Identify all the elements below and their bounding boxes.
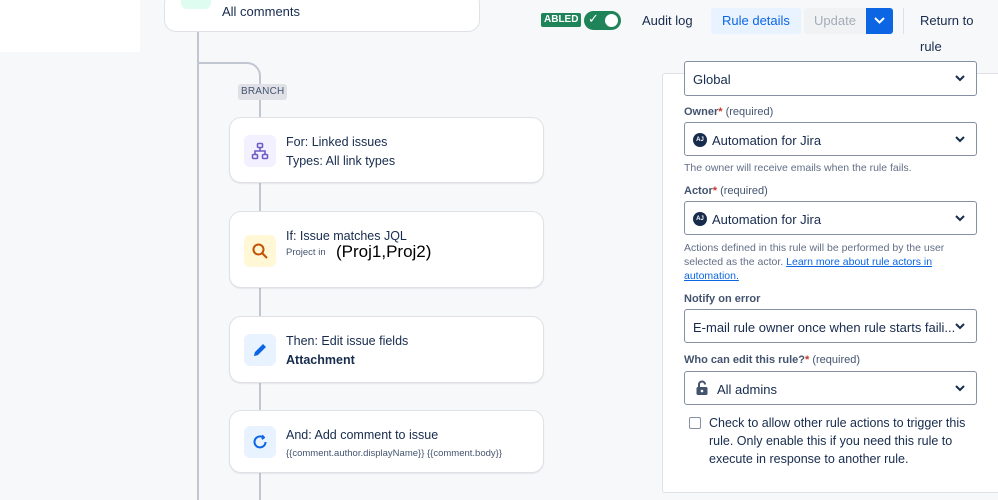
allow-trigger-checkbox[interactable] <box>689 417 701 429</box>
header-divider <box>903 8 904 34</box>
jql-value: (Proj1,Proj2) <box>336 242 432 261</box>
update-options-button[interactable] <box>866 8 893 34</box>
edit-permission-select[interactable]: All admins <box>684 371 977 405</box>
chevron-down-icon <box>955 136 965 143</box>
toggle-knob <box>605 14 618 27</box>
actor-select[interactable]: AJ Automation for Jira <box>684 201 977 235</box>
component-subtitle: {{comment.author.displayName}} {{comment… <box>286 448 502 459</box>
component-card-add-comment[interactable]: And: Add comment to issue {{comment.auth… <box>229 410 544 473</box>
return-to-rule-button[interactable]: Return to rule <box>920 8 998 54</box>
edit-permission-value: All admins <box>717 382 777 397</box>
rule-details-button[interactable]: Rule details <box>711 8 801 34</box>
chevron-down-icon <box>955 75 965 82</box>
chevron-down-icon <box>955 323 965 330</box>
check-icon: ✓ <box>588 11 599 26</box>
notify-select[interactable]: E-mail rule owner once when rule starts … <box>684 309 977 343</box>
notify-label: Notify on error <box>684 293 761 305</box>
component-subtitle: Attachment <box>286 353 355 367</box>
actor-value: Automation for Jira <box>712 212 822 227</box>
owner-required-text: (required) <box>725 106 774 118</box>
component-card-linked-issues[interactable]: For: Linked issues Types: All link types <box>229 117 544 183</box>
component-title: And: Add comment to issue <box>286 428 439 442</box>
chevron-down-icon <box>955 215 965 222</box>
owner-label: Owner* (required) <box>684 106 773 118</box>
component-title: For: Linked issues <box>286 135 388 149</box>
avatar: AJ <box>693 212 707 226</box>
component-subtitle: Types: All link types <box>286 154 396 168</box>
owner-select[interactable]: AJ Automation for Jira <box>684 122 977 156</box>
scope-value: Global <box>693 72 731 87</box>
owner-help-text: The owner will receive emails when the r… <box>684 162 912 174</box>
edit-label-text: Who can edit this rule? <box>684 354 806 366</box>
unlock-icon <box>696 380 708 395</box>
chevron-down-icon <box>874 17 885 24</box>
rule-enabled-toggle[interactable]: ✓ <box>584 11 621 30</box>
actor-label-text: Actor <box>684 185 713 197</box>
actor-label: Actor* (required) <box>684 185 768 197</box>
left-blank-area <box>0 0 140 52</box>
component-card-jql-condition[interactable]: If: Issue matches JQL Project in (Proj1,… <box>229 211 544 288</box>
branch-tag: BRANCH <box>238 84 288 100</box>
trigger-label: All comments <box>222 4 301 19</box>
edit-required-text: (required) <box>812 354 861 366</box>
component-card-edit-fields[interactable]: Then: Edit issue fields Attachment <box>229 316 544 383</box>
scope-select[interactable]: Global <box>684 61 977 96</box>
component-title: Then: Edit issue fields <box>286 334 409 348</box>
branch-icon <box>244 135 276 167</box>
allow-trigger-label: Check to allow other rule actions to tri… <box>709 416 966 466</box>
actor-help-text: Actions defined in this rule will be per… <box>684 241 964 283</box>
actor-required-text: (required) <box>720 185 768 197</box>
avatar: AJ <box>693 133 707 147</box>
update-button[interactable]: Update <box>804 8 866 34</box>
required-asterisk: * <box>712 185 718 197</box>
jql-prefix: Project in <box>286 247 326 258</box>
edit-permission-label: Who can edit this rule?* (required) <box>684 354 860 366</box>
audit-log-button[interactable]: Audit log <box>642 8 693 34</box>
owner-value: Automation for Jira <box>712 133 822 148</box>
component-title: If: Issue matches JQL <box>286 229 407 243</box>
comment-refresh-icon <box>244 426 276 458</box>
required-asterisk: * <box>718 106 723 118</box>
chevron-down-icon <box>955 385 965 392</box>
notify-value: E-mail rule owner once when rule starts … <box>693 320 956 335</box>
search-icon <box>244 235 276 267</box>
comment-search-icon <box>181 0 211 9</box>
pencil-icon <box>244 334 276 366</box>
owner-label-text: Owner <box>684 106 719 118</box>
trigger-card[interactable]: All comments <box>164 0 480 32</box>
enabled-badge: ABLED <box>541 13 582 27</box>
required-asterisk: * <box>805 354 810 366</box>
